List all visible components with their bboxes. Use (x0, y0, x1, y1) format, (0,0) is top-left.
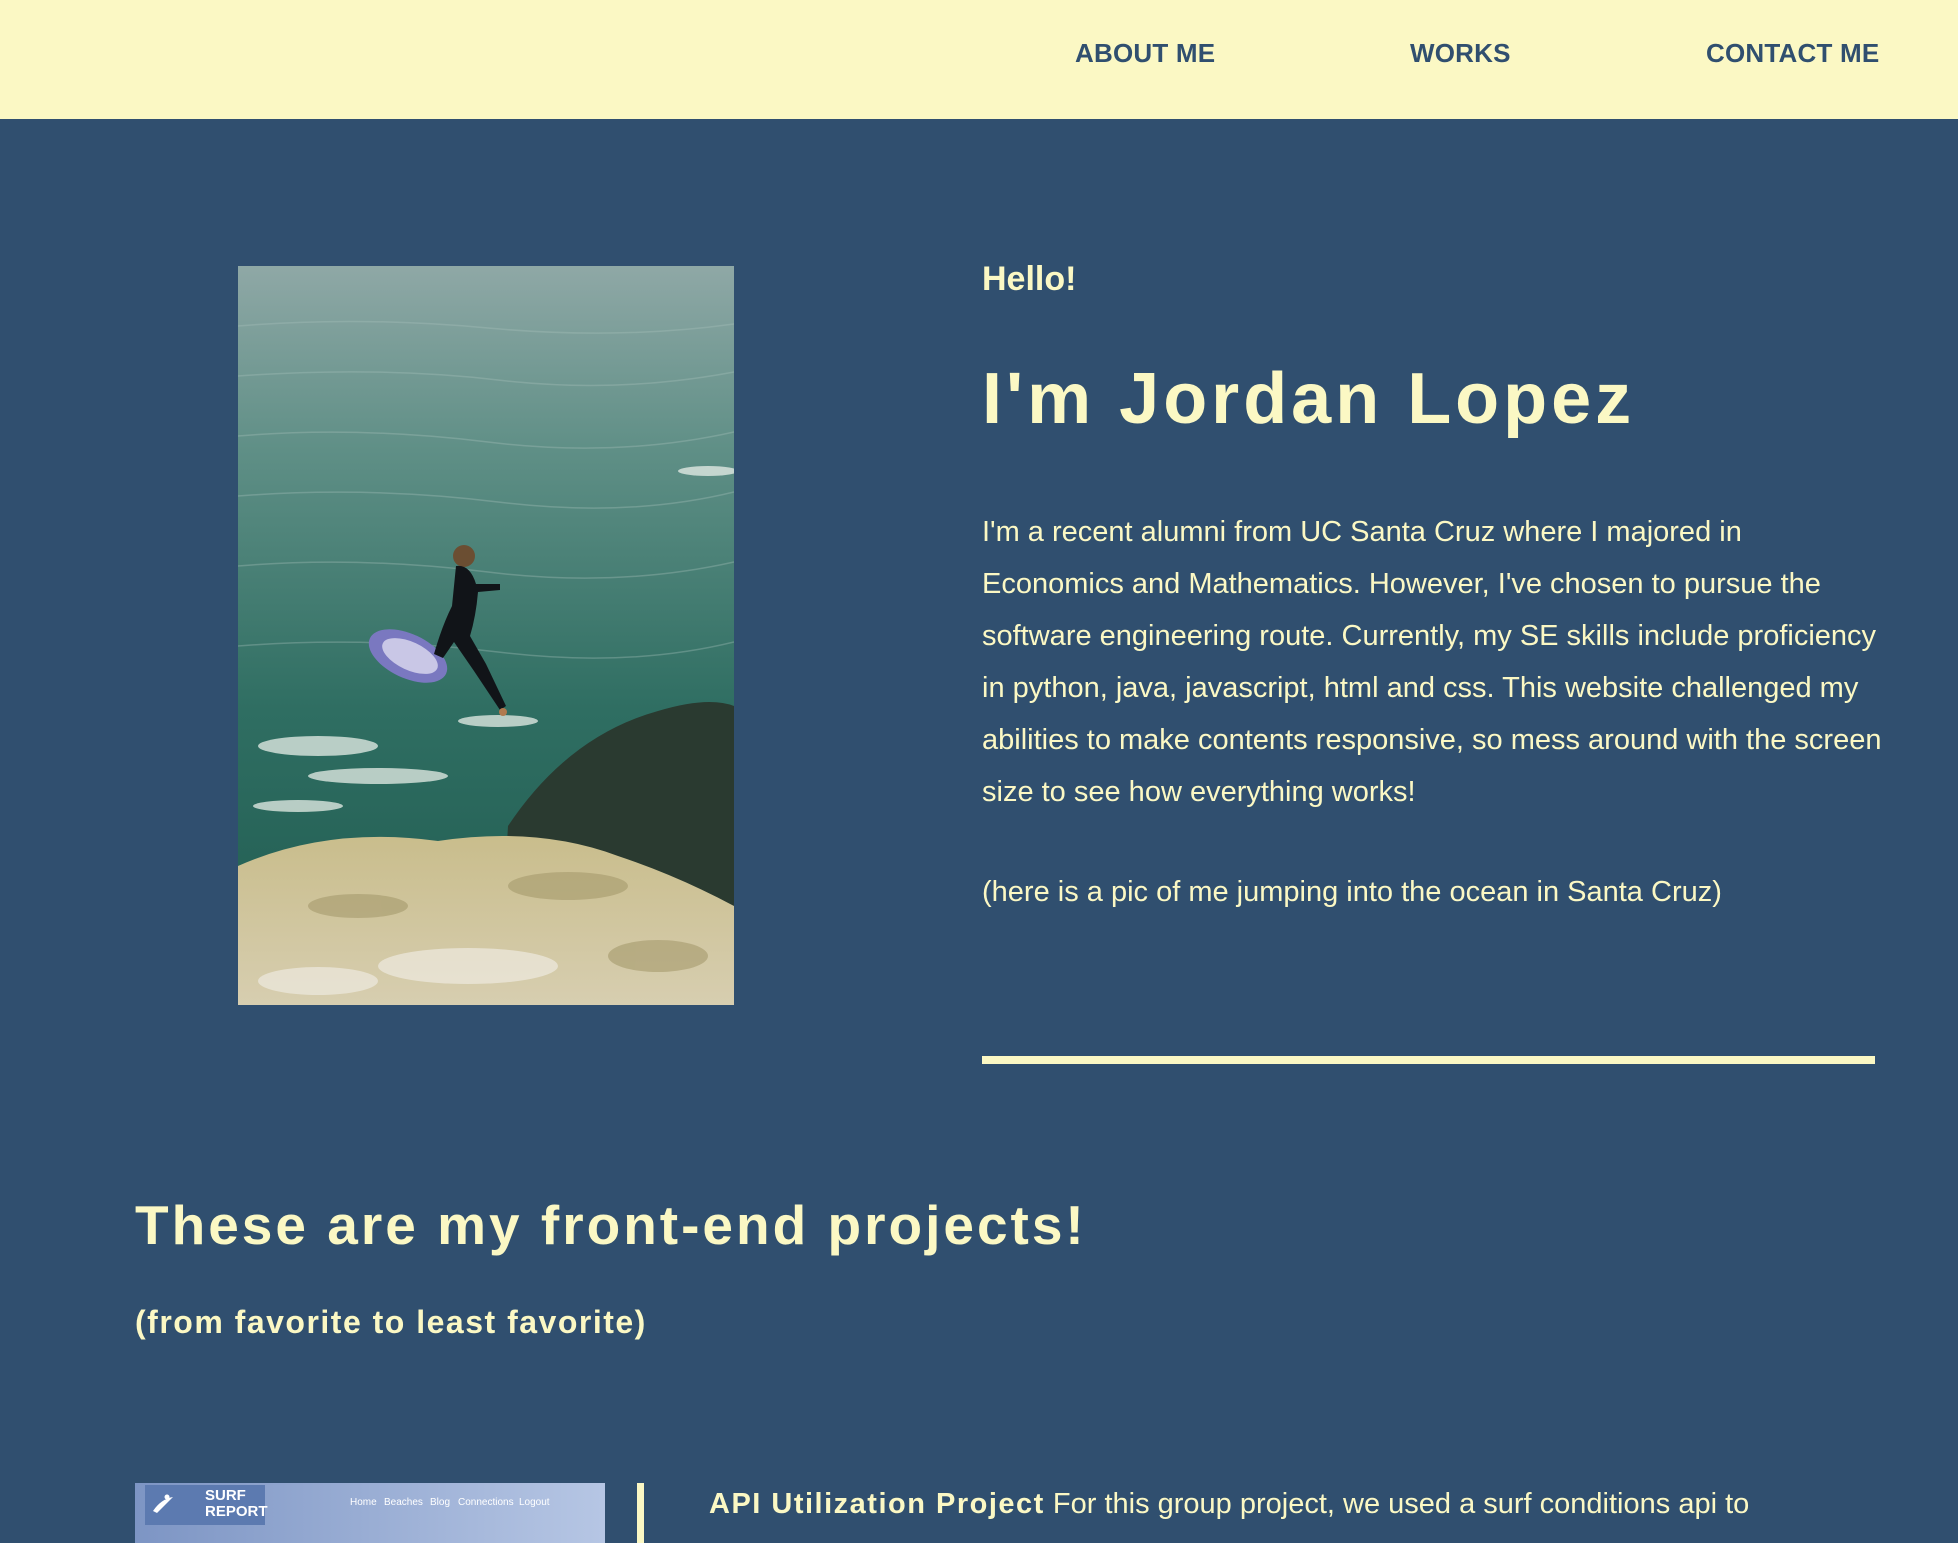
section-divider (982, 1056, 1875, 1064)
project-accent-bar (637, 1483, 644, 1543)
project-description: API Utilization Project For this group p… (709, 1488, 1749, 1521)
logo-text: SURF REPORT (205, 1487, 268, 1520)
projects-subheading: (from favorite to least favorite) (135, 1304, 647, 1340)
thumb-nav-home: Home (350, 1497, 377, 1508)
surfer-icon (153, 1494, 173, 1513)
thumb-nav-blog: Blog (430, 1497, 451, 1508)
thumb-nav-logout: Logout (519, 1497, 550, 1508)
photo-caption: (here is a pic of me jumping into the oc… (982, 876, 1722, 908)
project-thumbnail[interactable]: SURF REPORT Home Beaches Blog Connection… (135, 1483, 605, 1543)
project-title: API Utilization Project (709, 1488, 1045, 1520)
profile-photo (238, 266, 734, 1005)
nav-link-contact-me[interactable]: CONTACT ME (1706, 38, 1879, 69)
thumb-nav-connections: Connections (458, 1497, 514, 1508)
projects-heading: These are my front-end projects! (135, 1194, 1087, 1256)
nav-link-works[interactable]: WORKS (1410, 38, 1511, 69)
bio-paragraph: I'm a recent alumni from UC Santa Cruz w… (982, 516, 1882, 808)
nav-link-about-me[interactable]: ABOUT ME (1075, 38, 1215, 69)
project-summary: For this group project, we used a surf c… (1052, 1488, 1750, 1520)
thumb-nav-beaches: Beaches (384, 1497, 423, 1508)
top-navbar: ABOUT ME WORKS CONTACT ME (0, 0, 1958, 119)
surf-report-logo: SURF REPORT (145, 1485, 268, 1525)
greeting: Hello! (982, 260, 1077, 298)
page-title: I'm Jordan Lopez (982, 359, 1636, 439)
